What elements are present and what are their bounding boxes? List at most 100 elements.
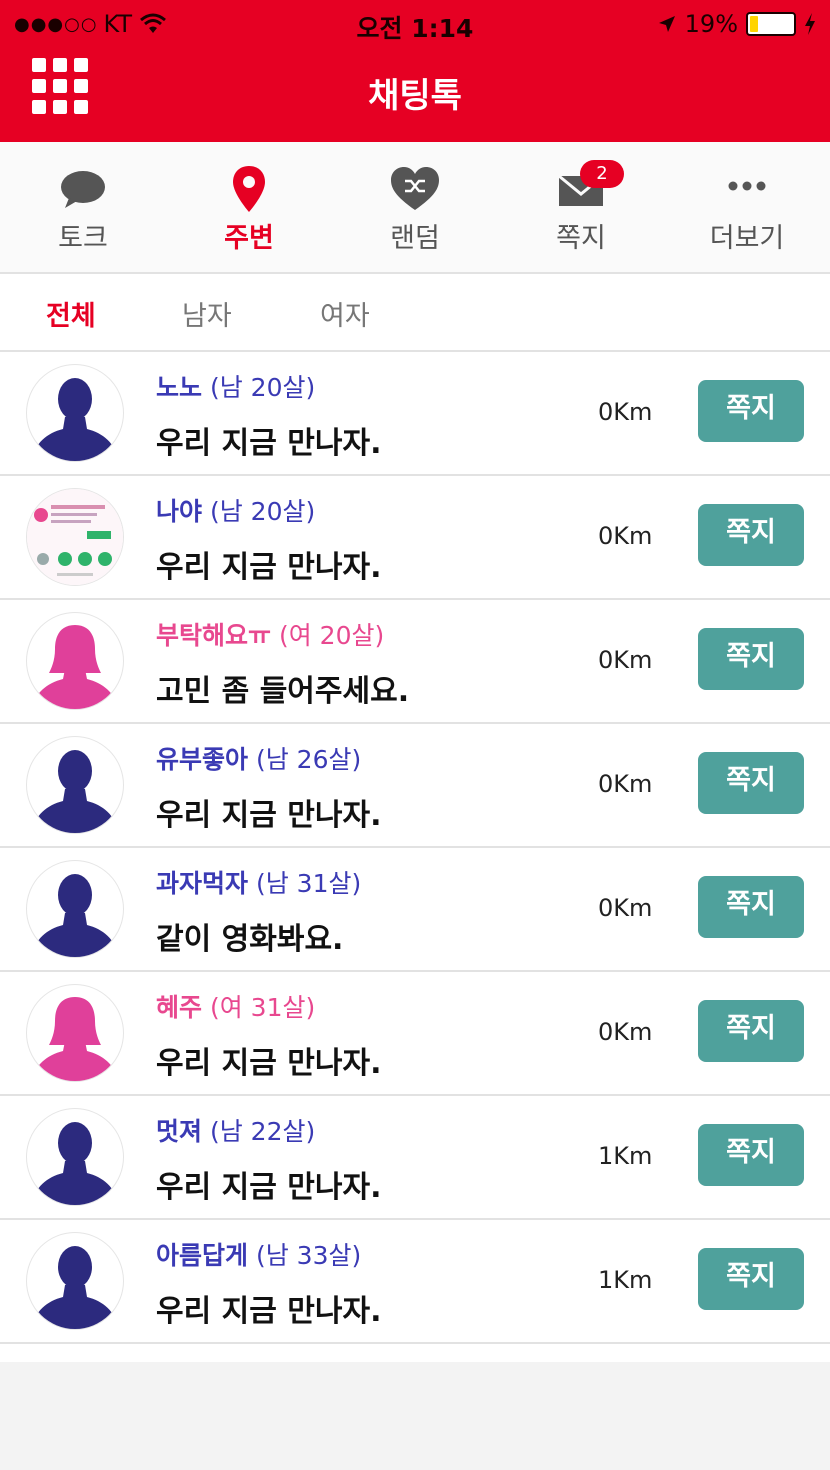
tab-talk[interactable]: 토크 <box>0 142 166 272</box>
user-status-message: 우리 지금 만나자. <box>156 550 382 585</box>
tab-messages[interactable]: 2 쪽지 <box>498 142 664 272</box>
user-distance: 0Km <box>598 770 653 798</box>
filter-female[interactable]: 여자 <box>320 294 370 333</box>
send-message-button[interactable]: 쪽지 <box>698 1000 804 1062</box>
status-right: 19% <box>657 10 816 38</box>
list-item[interactable]: 유부좋아 (남 26살) 우리 지금 만나자. 0Km 쪽지 <box>0 724 830 848</box>
avatar <box>26 364 124 462</box>
user-distance: 0Km <box>598 1018 653 1046</box>
user-name-line: 혜주 (여 31살) <box>156 988 315 1024</box>
more-dots-icon <box>728 181 766 191</box>
user-info: (남 20살) <box>209 373 316 402</box>
user-status-message: 우리 지금 만나자. <box>156 1170 382 1205</box>
send-message-button[interactable]: 쪽지 <box>698 1248 804 1310</box>
list-item[interactable]: 아름답게 (남 33살) 우리 지금 만나자. 1Km 쪽지 <box>0 1220 830 1344</box>
location-pin-icon <box>233 166 265 212</box>
page-title: 채팅톡 <box>368 76 462 116</box>
tab-label: 더보기 <box>709 223 785 254</box>
location-arrow-icon <box>658 16 675 32</box>
shuffle-heart-icon <box>391 167 439 210</box>
list-item[interactable]: 나야 (남 20살) 우리 지금 만나자. 0Km 쪽지 <box>0 476 830 600</box>
user-distance: 0Km <box>598 522 653 550</box>
gender-filter: 전체 남자 여자 <box>0 274 830 352</box>
user-nickname: 멋져 <box>156 1117 203 1146</box>
list-item[interactable]: 노노 (남 20살) 우리 지금 만나자. 0Km 쪽지 <box>0 352 830 476</box>
send-message-button[interactable]: 쪽지 <box>698 504 804 566</box>
send-message-button[interactable]: 쪽지 <box>698 1124 804 1186</box>
user-distance: 1Km <box>598 1142 653 1170</box>
filter-male[interactable]: 남자 <box>182 294 232 333</box>
avatar <box>26 1108 124 1206</box>
send-message-button[interactable]: 쪽지 <box>698 380 804 442</box>
send-message-button[interactable]: 쪽지 <box>698 752 804 814</box>
user-status-message: 우리 지금 만나자. <box>156 426 382 461</box>
user-nickname: 나야 <box>156 497 203 526</box>
user-info: (여 31살) <box>209 993 316 1022</box>
user-name-line: 멋져 (남 22살) <box>156 1112 315 1148</box>
user-info: (여 20살) <box>278 621 385 650</box>
user-name-line: 부탁해요ㅠ (여 20살) <box>156 616 384 652</box>
user-nickname: 노노 <box>156 373 203 402</box>
send-message-button[interactable]: 쪽지 <box>698 876 804 938</box>
tab-label: 주변 <box>224 223 274 254</box>
user-name-line: 과자먹자 (남 31살) <box>156 864 361 900</box>
user-nickname: 혜주 <box>156 993 203 1022</box>
tab-label: 랜덤 <box>390 223 440 254</box>
user-name-line: 노노 (남 20살) <box>156 368 315 404</box>
tab-more[interactable]: 더보기 <box>664 142 830 272</box>
list-item[interactable]: 멋져 (남 22살) 우리 지금 만나자. 1Km 쪽지 <box>0 1096 830 1220</box>
send-message-button[interactable]: 쪽지 <box>698 628 804 690</box>
filter-all[interactable]: 전체 <box>46 294 96 333</box>
user-status-message: 같이 영화봐요. <box>156 922 344 957</box>
unread-badge: 2 <box>580 160 624 188</box>
list-item[interactable]: 과자먹자 (남 31살) 같이 영화봐요. 0Km 쪽지 <box>0 848 830 972</box>
tab-bar: 토크 주변 랜덤 2 쪽지 더보기 <box>0 142 830 274</box>
user-name-line: 나야 (남 20살) <box>156 492 315 528</box>
battery-percent: 19% <box>684 10 738 38</box>
user-info: (남 20살) <box>209 497 316 526</box>
avatar <box>26 1232 124 1330</box>
male-silhouette-icon <box>31 1122 119 1205</box>
tab-nearby[interactable]: 주변 <box>166 142 332 272</box>
list-item[interactable]: 혜주 (여 31살) 우리 지금 만나자. 0Km 쪽지 <box>0 972 830 1096</box>
user-info: (남 33살) <box>255 1241 362 1270</box>
user-distance: 0Km <box>598 398 653 426</box>
user-distance: 0Km <box>598 646 653 674</box>
user-info: (남 26살) <box>255 745 362 774</box>
tab-random[interactable]: 랜덤 <box>332 142 498 272</box>
status-bar: ●●●○○ KT 오전 1:14 19% <box>0 0 830 46</box>
photo-thumbnail-icon <box>27 489 123 585</box>
user-name-line: 아름답게 (남 33살) <box>156 1236 361 1272</box>
list-item[interactable]: 부탁해요ㅠ (여 20살) 고민 좀 들어주세요. 0Km 쪽지 <box>0 600 830 724</box>
user-name-line: 유부좋아 (남 26살) <box>156 740 361 776</box>
male-silhouette-icon <box>31 750 119 833</box>
app-header: 채팅톡 <box>0 46 830 142</box>
user-nickname: 부탁해요ㅠ <box>156 621 272 650</box>
male-silhouette-icon <box>31 378 119 461</box>
avatar <box>26 488 124 586</box>
user-status-message: 우리 지금 만나자. <box>156 1294 382 1329</box>
user-nickname: 아름답게 <box>156 1241 249 1270</box>
female-silhouette-icon <box>31 997 119 1081</box>
user-distance: 0Km <box>598 894 653 922</box>
male-silhouette-icon <box>31 1246 119 1329</box>
tab-label: 쪽지 <box>556 223 606 254</box>
male-silhouette-icon <box>31 874 119 957</box>
user-distance: 1Km <box>598 1266 653 1294</box>
charging-bolt-icon <box>805 13 815 35</box>
tab-label: 토크 <box>58 223 108 254</box>
speech-bubble-icon <box>61 171 105 208</box>
user-status-message: 고민 좀 들어주세요. <box>156 674 410 709</box>
user-status-message: 우리 지금 만나자. <box>156 1046 382 1081</box>
nearby-user-list: 노노 (남 20살) 우리 지금 만나자. 0Km 쪽지 나야 (남 20살) … <box>0 352 830 1364</box>
user-status-message: 우리 지금 만나자. <box>156 798 382 833</box>
bottom-area <box>0 1362 830 1470</box>
user-info: (남 31살) <box>255 869 362 898</box>
user-info: (남 22살) <box>209 1117 316 1146</box>
avatar <box>26 984 124 1082</box>
avatar <box>26 860 124 958</box>
avatar <box>26 612 124 710</box>
female-silhouette-icon <box>31 625 119 709</box>
user-nickname: 유부좋아 <box>156 745 249 774</box>
user-nickname: 과자먹자 <box>156 869 249 898</box>
